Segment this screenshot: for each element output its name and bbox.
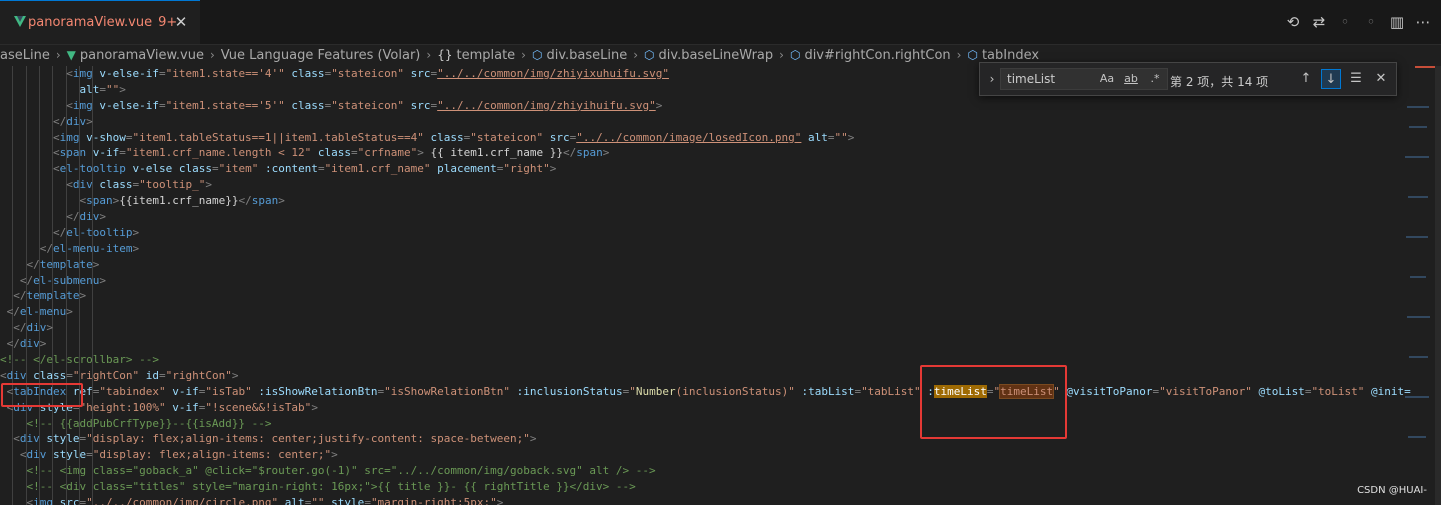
code-line: <img v-else-if="item1.state=='5'" class=… [66, 98, 663, 112]
code-editor[interactable]: <img v-else-if="item1.state=='4'" class=… [0, 66, 1441, 505]
editor-actions: ⟲ ⇄ ◦ ◦ ▥ ⋯ [1283, 12, 1433, 32]
cube-icon: ⬡ [531, 48, 543, 62]
code-line: <el-tooltip v-else class="item" :content… [52, 162, 557, 176]
code-line: <div class="rightCon" id="rightCon"> [0, 368, 239, 382]
code-line: </el-submenu> [19, 273, 106, 287]
code-line: <div class="tooltip_"> [66, 178, 212, 192]
breadcrumb-label: div.baseLineWrap [658, 47, 774, 63]
watermark: CSDN @HUAI- [1357, 485, 1427, 496]
go-back-icon[interactable]: ◦ [1335, 12, 1355, 32]
minimap-line [1407, 106, 1429, 108]
annotation-box-timelist [920, 365, 1067, 439]
open-changes-icon[interactable]: ⇄ [1309, 12, 1329, 32]
find-input[interactable]: timeList Aa ab .* [1000, 68, 1168, 90]
editor-tab-bar: panoramaView.vue 9+ ✕ ⟲ ⇄ ◦ ◦ ▥ ⋯ [0, 0, 1441, 45]
vue-file-icon: ▼ [66, 48, 76, 62]
timeline-icon[interactable]: ⟲ [1283, 12, 1303, 32]
cube-icon: ⬡ [789, 48, 801, 62]
breadcrumb-div-baseline[interactable]: ⬡ div.baseLine [532, 48, 627, 63]
code-line: <!-- {{addPubCrfType}}--{{isAdd}} --> [26, 416, 272, 430]
find-in-selection-button[interactable]: ☰ [1346, 69, 1366, 89]
code-lines: <img v-else-if="item1.state=='4'" class=… [0, 66, 1411, 505]
breadcrumb-label: Vue Language Features (Volar) [220, 47, 421, 63]
cube-icon: ⬡ [644, 48, 655, 62]
chevron-right-icon: › [426, 48, 432, 62]
chevron-right-icon: › [55, 48, 61, 62]
code-line: <img src="../../common/img/circle.png" a… [26, 496, 504, 505]
minimap-line [1408, 436, 1426, 438]
vue-file-icon [14, 16, 26, 27]
code-line: <img v-show="item1.tableStatus==1||item1… [52, 130, 855, 144]
breadcrumb-folder[interactable]: aseLine [0, 48, 50, 63]
code-line: </el-menu-item> [39, 241, 140, 255]
code-line: <!-- <div class="titles" style="margin-r… [26, 480, 636, 494]
tab-label: panoramaView.vue [28, 15, 153, 30]
code-line: </el-menu> [6, 305, 73, 319]
minimap-line [1408, 196, 1428, 198]
previous-match-button[interactable]: ↑ [1296, 69, 1316, 89]
more-actions-icon[interactable]: ⋯ [1413, 12, 1433, 32]
annotation-box-tabindex [1, 383, 83, 407]
minimap-line [1409, 126, 1427, 128]
breadcrumb-label: div#rightCon.rightCon [804, 47, 951, 63]
braces-icon: {} [437, 48, 453, 62]
close-find-button[interactable]: ✕ [1371, 69, 1391, 89]
match-whole-word-button[interactable]: ab [1121, 69, 1141, 89]
code-line: <div style="height:100%" v-if="!scene&&!… [6, 400, 318, 414]
code-line: <span>{{item1.crf_name}}</span> [79, 194, 285, 208]
breadcrumb-label: template [456, 47, 516, 63]
chevron-right-icon: › [521, 48, 526, 62]
match-case-button[interactable]: Aa [1097, 69, 1117, 89]
breadcrumb-language[interactable]: Vue Language Features (Volar) [221, 48, 421, 63]
minimap-line [1405, 156, 1429, 158]
chevron-right-icon[interactable]: › [984, 71, 1000, 87]
minimap[interactable] [1405, 66, 1433, 505]
breadcrumb-label: aseLine [0, 47, 50, 63]
use-regex-button[interactable]: .* [1145, 69, 1165, 89]
code-line: </div> [6, 337, 47, 351]
go-forward-icon[interactable]: ◦ [1361, 12, 1381, 32]
code-line: </el-tooltip> [52, 225, 140, 239]
minimap-line [1410, 276, 1426, 278]
minimap-line [1406, 236, 1428, 238]
code-line-tabindex: <tabIndex ref="tabindex" v-if="isTab" :i… [6, 383, 1411, 399]
chevron-right-icon: › [633, 48, 639, 62]
code-line: </template> [13, 289, 87, 303]
breadcrumb-label: panoramaView.vue [79, 47, 204, 63]
code-line: <!-- <img class="goback_a" @click="$rout… [26, 464, 656, 478]
breadcrumb-template[interactable]: {} template [437, 48, 515, 63]
find-widget: › timeList Aa ab .* 第 2 项，共 14 项 ↑ ↓ ☰ ✕ [979, 62, 1397, 96]
find-input-value: timeList [1007, 72, 1056, 86]
close-icon[interactable]: ✕ [172, 13, 190, 31]
code-line: <div style="display: flex;align-items: c… [13, 432, 537, 446]
match-count: 第 2 项，共 14 项 [1170, 75, 1269, 89]
breadcrumb-file[interactable]: ▼ panoramaView.vue [67, 48, 204, 63]
minimap-line [1405, 396, 1429, 398]
tab-panoramaview[interactable]: panoramaView.vue 9+ ✕ [0, 0, 200, 44]
code-line: </div> [13, 321, 53, 335]
breadcrumb-label: tabIndex [981, 47, 1040, 63]
code-line: <span v-if="item1.crf_name.length < 12" … [52, 146, 610, 160]
overview-ruler-marker [1415, 66, 1435, 68]
code-line: <div style="display: flex;align-items: c… [19, 448, 338, 462]
minimap-line [1407, 316, 1430, 318]
chevron-right-icon: › [956, 48, 962, 62]
breadcrumb-div-baselinewrap[interactable]: ⬡ div.baseLineWrap [644, 48, 773, 63]
vertical-scrollbar[interactable] [1435, 66, 1441, 505]
breadcrumb-label: div.baseLine [546, 47, 628, 63]
split-editor-icon[interactable]: ▥ [1387, 12, 1407, 32]
code-line: </div> [66, 210, 106, 224]
breadcrumb-div-rightcon[interactable]: ⬡ div#rightCon.rightCon [790, 48, 951, 63]
breadcrumb-tabindex[interactable]: ⬡ tabIndex [967, 48, 1039, 63]
chevron-right-icon: › [779, 48, 784, 62]
code-line: <!-- </el-scrollbar> --> [0, 353, 159, 367]
chevron-right-icon: › [209, 48, 215, 62]
cube-icon: ⬡ [967, 48, 978, 62]
next-match-button[interactable]: ↓ [1321, 69, 1341, 89]
minimap-line [1409, 356, 1428, 358]
code-line: </template> [26, 257, 100, 271]
code-line: </div> [52, 114, 93, 128]
